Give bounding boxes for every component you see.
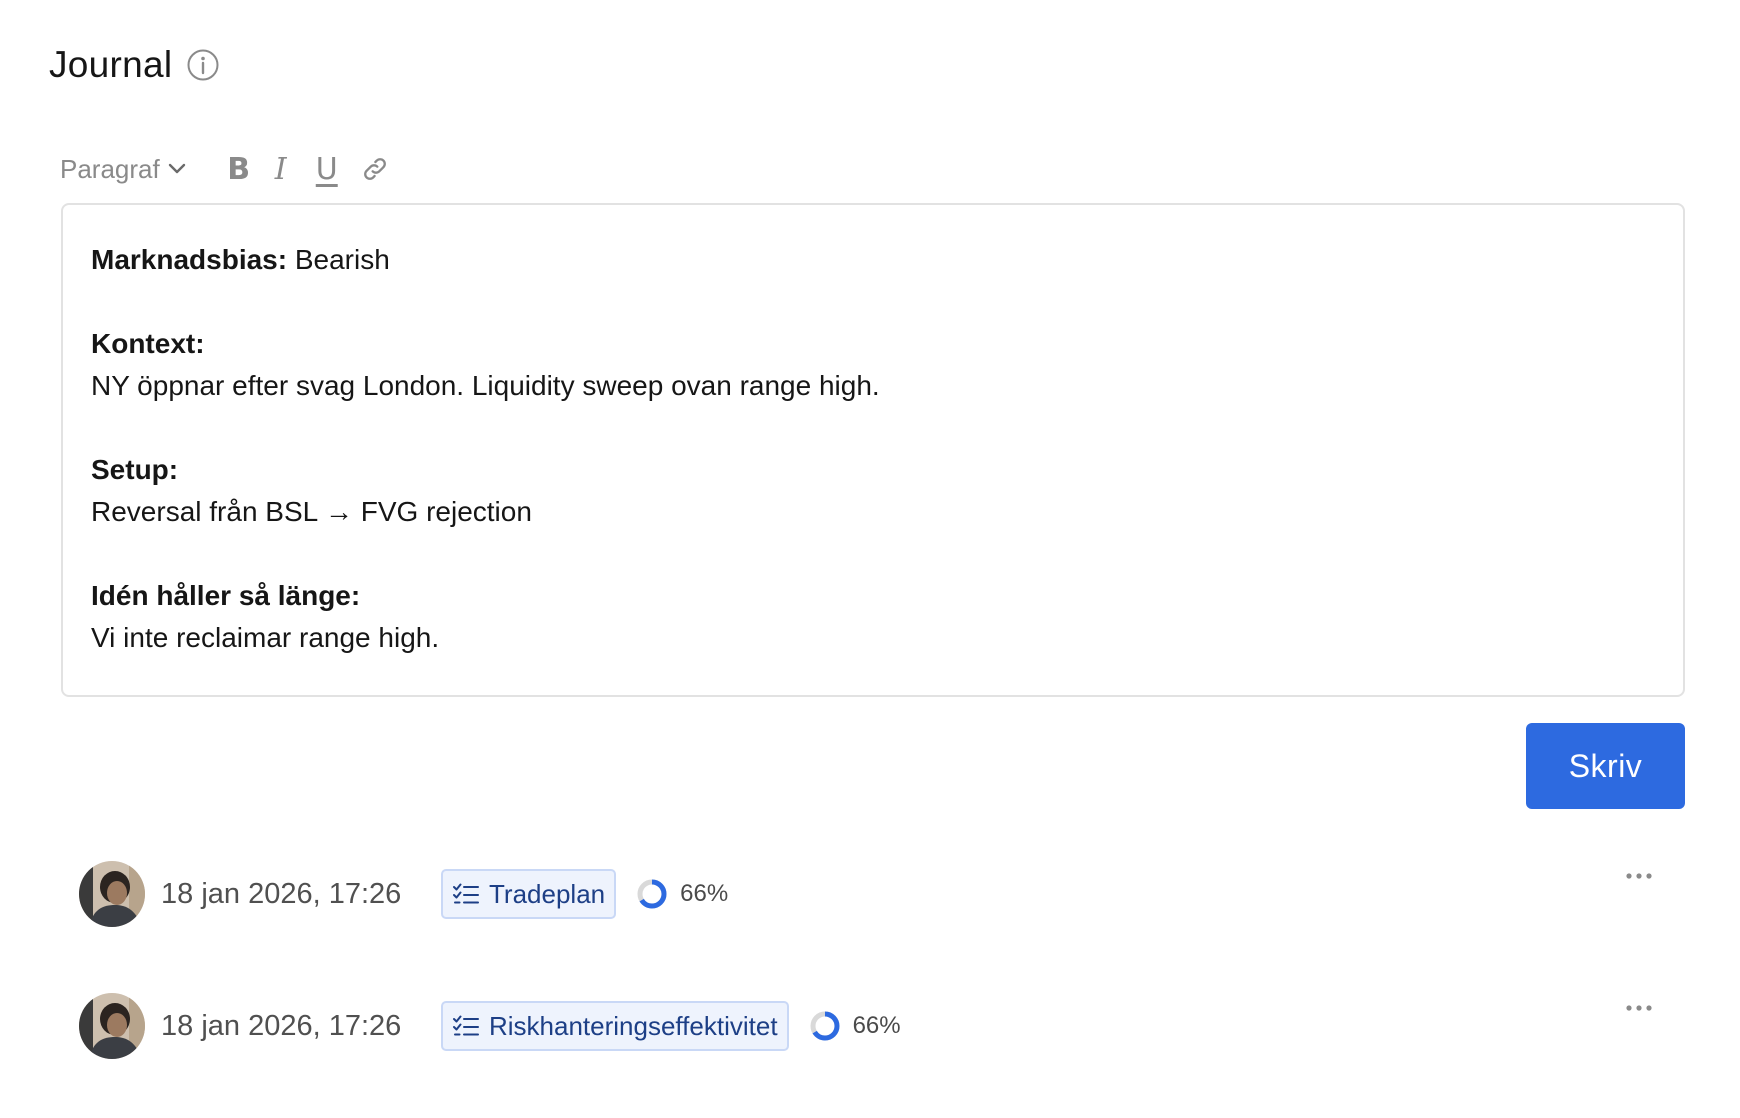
bias-value: Bearish xyxy=(287,244,390,275)
progress-indicator: 66% xyxy=(809,1010,901,1042)
underline-button[interactable]: U xyxy=(312,149,342,189)
avatar xyxy=(79,861,145,927)
more-options-button[interactable] xyxy=(1619,993,1659,1023)
avatar xyxy=(79,993,145,1059)
journal-entry: 18 jan 2026, 17:26 Riskhanteringseffekti… xyxy=(79,993,1659,1059)
chevron-down-icon xyxy=(168,163,185,174)
entry-date: 18 jan 2026, 17:26 xyxy=(161,877,402,910)
checklist-icon xyxy=(453,1015,479,1036)
entry-tag-label: Riskhanteringseffektivitet xyxy=(489,1010,778,1041)
setup-label: Setup: xyxy=(91,454,179,485)
info-icon[interactable] xyxy=(186,48,220,82)
journal-entry: 18 jan 2026, 17:26 Tradeplan 66% xyxy=(79,861,1659,927)
setup-text: Reversal från BSL → FVG rejection xyxy=(91,496,532,527)
holds-text: Vi inte reclaimar range high. xyxy=(91,622,440,653)
editor-toolbar: Paragraf B I U xyxy=(60,148,390,190)
link-icon xyxy=(363,158,386,180)
block-type-select[interactable]: Paragraf xyxy=(60,154,186,185)
progress-label: 66% xyxy=(680,880,729,907)
entry-tag[interactable]: Tradeplan xyxy=(441,869,617,919)
block-type-label: Paragraf xyxy=(60,153,160,184)
progress-label: 66% xyxy=(852,1012,901,1039)
italic-button[interactable]: I xyxy=(266,149,296,189)
context-text: NY öppnar efter svag London. Liquidity s… xyxy=(91,370,880,401)
bold-button[interactable]: B xyxy=(224,149,254,189)
bias-label: Marknadsbias: xyxy=(91,244,288,275)
checklist-icon xyxy=(453,883,479,904)
progress-indicator: 66% xyxy=(636,878,728,910)
entry-tag-label: Tradeplan xyxy=(489,878,606,909)
entry-date: 18 jan 2026, 17:26 xyxy=(161,1009,402,1042)
journal-editor[interactable]: Marknadsbias: Bearish Kontext: NY öppnar… xyxy=(61,203,1685,697)
entry-tag[interactable]: Riskhanteringseffektivitet xyxy=(441,1001,789,1051)
progress-ring-icon xyxy=(810,1011,840,1041)
page-title: Journal xyxy=(49,44,173,85)
bias-line: Marknadsbias: Bearish xyxy=(91,239,1655,281)
holds-label: Idén håller så länge: xyxy=(91,580,361,611)
progress-ring-icon xyxy=(637,879,667,909)
more-icon xyxy=(1626,1005,1652,1011)
title-row: Journal xyxy=(49,44,220,86)
more-icon xyxy=(1626,873,1652,879)
more-options-button[interactable] xyxy=(1619,861,1659,891)
link-button[interactable] xyxy=(360,149,390,189)
submit-button[interactable]: Skriv xyxy=(1526,723,1685,809)
context-label: Kontext: xyxy=(91,328,205,359)
